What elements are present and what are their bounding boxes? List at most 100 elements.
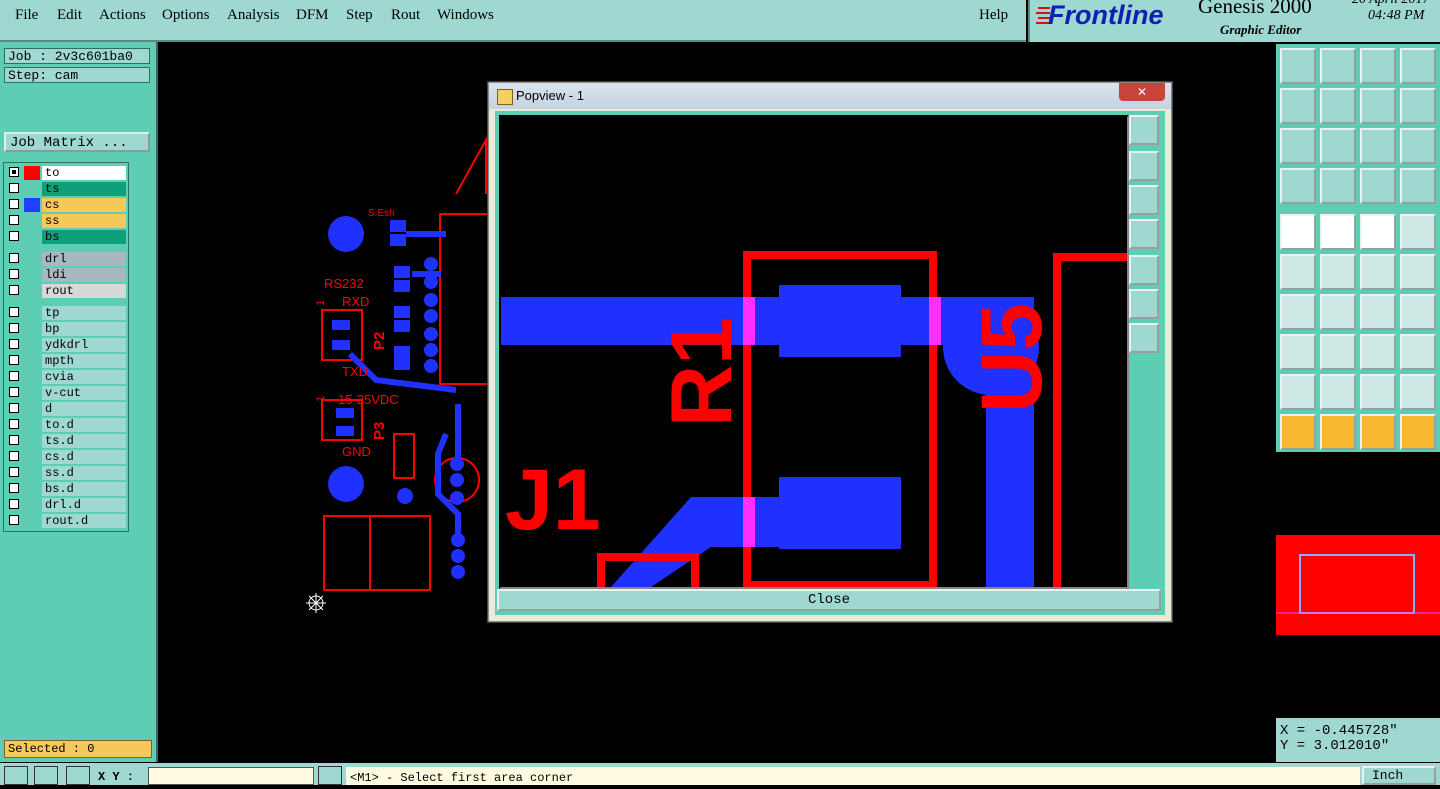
arc-icon[interactable] [1360,294,1396,330]
surface-b-icon[interactable] [1320,374,1356,410]
layer-color-swatch[interactable] [24,306,40,320]
layer-color-swatch[interactable] [24,466,40,480]
layer-name[interactable]: to.d [42,418,126,432]
popview-pan-right-button[interactable] [1129,255,1159,285]
layer-row-ts.d[interactable]: ts.d [6,434,126,448]
surface-c-icon[interactable] [1360,374,1396,410]
layer-checkbox[interactable] [9,355,19,365]
layer-color-swatch[interactable] [24,450,40,464]
grid-icon[interactable] [1320,168,1356,204]
net-select-icon[interactable] [1280,254,1316,290]
layer-row-cvia[interactable]: cvia [6,370,126,384]
units-dropdown[interactable]: Inch [1362,766,1436,785]
menu-file[interactable]: File [15,7,38,24]
layer-row-ydkdrl[interactable]: ydkdrl [6,338,126,352]
layer-color-swatch[interactable] [24,230,40,244]
layer-checkbox[interactable] [9,515,19,525]
pad-select-icon[interactable] [1280,334,1316,370]
layer-color-swatch[interactable] [24,498,40,512]
layer-props-icon[interactable] [1280,168,1316,204]
layer-name[interactable]: mpth [42,354,126,368]
layer-row-tp[interactable]: tp [6,306,126,320]
add-polygon-icon[interactable] [1400,214,1436,250]
layer-row-ss.d[interactable]: ss.d [6,466,126,480]
job-matrix-button[interactable]: Job Matrix ... [4,132,150,152]
popview-canvas[interactable]: R1 J1 U5 [499,115,1129,589]
layer-row-ldi[interactable]: ldi [6,268,126,282]
layer-row-ts[interactable]: ts [6,182,126,196]
layer-color-swatch[interactable] [24,268,40,282]
layer-color-swatch[interactable] [24,402,40,416]
pointer-outline-icon[interactable] [1320,414,1356,450]
layer-color-swatch[interactable] [24,252,40,266]
layer-row-ss[interactable]: ss [6,214,126,228]
layer-checkbox[interactable] [9,483,19,493]
layer-checkbox[interactable] [9,167,19,177]
menu-rout[interactable]: Rout [391,7,420,24]
layer-color-swatch[interactable] [24,166,40,180]
layer-row-rout.d[interactable]: rout.d [6,514,126,528]
pointer-orange-icon[interactable] [1360,414,1396,450]
popview-close-x-button[interactable]: ✕ [1119,83,1165,101]
layer-name[interactable]: ldi [42,268,126,282]
copy-icon[interactable] [1400,254,1436,290]
popview-zoom-fit-button[interactable] [1129,115,1159,145]
pan-left-icon[interactable] [1280,88,1316,124]
layer-row-to[interactable]: to [6,166,126,180]
layer-row-mpth[interactable]: mpth [6,354,126,368]
layer-checkbox[interactable] [9,231,19,241]
menu-windows[interactable]: Windows [437,7,494,24]
status-alert-icon[interactable] [318,766,342,785]
fill-icon[interactable] [1400,334,1436,370]
layer-name[interactable]: rout.d [42,514,126,528]
layer-name[interactable]: cs [42,198,126,212]
layer-checkbox[interactable] [9,199,19,209]
popview-zoom-out-button[interactable] [1129,323,1159,353]
line-draw-icon[interactable] [1320,294,1356,330]
line-select-icon[interactable] [1320,334,1356,370]
menu-step[interactable]: Step [346,7,373,24]
menu-dfm[interactable]: DFM [296,7,329,24]
layer-row-drl[interactable]: drl [6,252,126,266]
layer-checkbox[interactable] [9,253,19,263]
zoom-in-icon[interactable] [1280,128,1316,164]
layer-name[interactable]: cvia [42,370,126,384]
layer-name[interactable]: cs.d [42,450,126,464]
add-line-icon[interactable] [1320,214,1356,250]
pan-up-icon[interactable] [1320,48,1356,84]
layer-name[interactable]: bs [42,230,126,244]
layer-name[interactable]: tp [42,306,126,320]
layer-name[interactable]: bs.d [42,482,126,496]
layer-name[interactable]: to [42,166,126,180]
layer-row-rout[interactable]: rout [6,284,126,298]
surface-a-icon[interactable] [1280,374,1316,410]
layer-checkbox[interactable] [9,285,19,295]
layer-checkbox[interactable] [9,371,19,381]
layer-color-swatch[interactable] [24,322,40,336]
redraw-icon[interactable] [1400,88,1436,124]
layer-color-swatch[interactable] [24,434,40,448]
layer-name[interactable]: ts [42,182,126,196]
zoom-fit-icon[interactable] [1280,48,1316,84]
popview-close-button[interactable]: Close [497,589,1161,611]
layer-color-swatch[interactable] [24,482,40,496]
help-icon[interactable] [1400,128,1436,164]
popview-pan-down-button[interactable] [1129,185,1159,215]
scale-1-2-icon[interactable] [1360,128,1396,164]
layer-row-drl.d[interactable]: drl.d [6,498,126,512]
layer-row-bs.d[interactable]: bs.d [6,482,126,496]
layer-checkbox[interactable] [9,339,19,349]
layer-row-cs[interactable]: cs [6,198,126,212]
popview-pan-left-button[interactable] [1129,219,1159,249]
snap-pads-icon[interactable] [1360,168,1396,204]
move-icon[interactable] [1360,254,1396,290]
select-mode-icon[interactable] [4,766,28,785]
popview-pan-up-button[interactable] [1129,151,1159,181]
menu-help[interactable]: Help [979,7,1008,24]
line-angle-icon[interactable] [1280,294,1316,330]
measure-mode-icon[interactable] [34,766,58,785]
layer-checkbox[interactable] [9,467,19,477]
layer-row-v-cut[interactable]: v-cut [6,386,126,400]
layer-checkbox[interactable] [9,215,19,225]
layer-color-swatch[interactable] [24,284,40,298]
